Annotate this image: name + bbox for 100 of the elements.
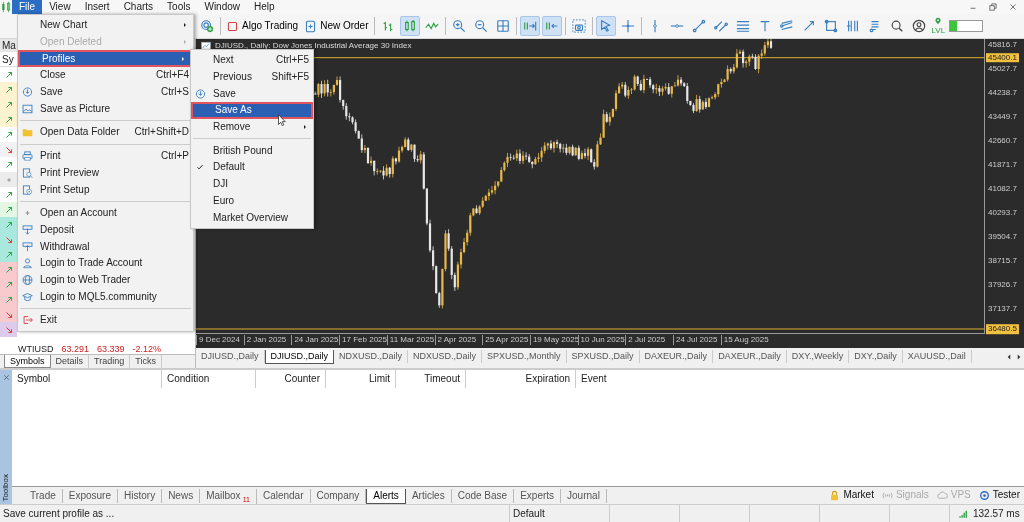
chart-tab[interactable]: DJIUSD.,Daily (196, 350, 265, 363)
column-header[interactable]: Condition (162, 370, 256, 388)
shortcut-text: Ctrl+Shift+D (133, 126, 189, 139)
menu-bar-item[interactable]: Help (247, 0, 282, 14)
price-label: 38715.7 (988, 256, 1017, 266)
menu-item[interactable]: Print Setup (18, 181, 193, 198)
chart-tab[interactable]: DJIUSD.,Daily (264, 350, 335, 364)
chart-tab[interactable]: DXY.,Daily (849, 350, 903, 363)
menu-item[interactable]: Login to Trade Account (18, 254, 193, 272)
menu-item[interactable]: Save (191, 85, 313, 103)
menu-item[interactable]: Open an Account (18, 204, 193, 222)
menu-bar-item[interactable]: Tools (160, 0, 198, 14)
menu-item[interactable]: Market Overview (191, 209, 313, 226)
column-header[interactable]: Timeout (396, 370, 466, 388)
date-label: 9 Dec 2024 (196, 335, 240, 345)
date-label: 25 Apr 2025 (482, 335, 529, 345)
menu-bar-item[interactable]: Window (197, 0, 248, 14)
ping-time: 132.57 ms (973, 507, 1020, 520)
shortcut-text: Ctrl+F4 (154, 69, 189, 82)
menu-bar-item[interactable]: File (12, 0, 43, 14)
date-label: 17 Feb 2025 (339, 335, 388, 345)
menu-item[interactable]: Remove (191, 118, 313, 136)
menu-item[interactable]: Exit (18, 312, 193, 329)
column-header[interactable]: Symbol (12, 370, 162, 388)
chart-tab[interactable]: SPXUSD.,Daily (566, 350, 640, 363)
menu-item[interactable]: Default (191, 159, 313, 176)
price-marker: 36480.5 (986, 324, 1019, 334)
ask-price: 63.339 (97, 344, 125, 354)
chart-tab[interactable]: DAXEUR.,Daily (713, 350, 787, 363)
menu-item[interactable]: Save Ctrl+S (18, 83, 193, 101)
daily-change: -2.12% (132, 344, 162, 354)
price-label: 37926.7 (988, 280, 1017, 290)
chart-tab[interactable]: DXY.,Weekly (786, 350, 850, 363)
shortcut-text: Ctrl+P (159, 150, 189, 163)
bid-price: 63.291 (61, 344, 90, 354)
menu-item[interactable]: Withdrawal (18, 238, 193, 255)
menu-item[interactable]: Euro (191, 192, 313, 210)
panel-tab[interactable]: Code Base (451, 489, 515, 503)
date-label: 10 Jun 2025 (577, 335, 625, 345)
menu-bar-item[interactable]: Insert (77, 0, 117, 14)
chart-tab[interactable]: SPXUSD.,Monthly (482, 350, 567, 363)
menu-item[interactable]: Open Data Folder Ctrl+Shift+D (18, 124, 193, 141)
price-label: 43449.7 (988, 112, 1017, 122)
service-button[interactable]: Market (825, 489, 878, 501)
price-label: 45027.7 (988, 64, 1017, 74)
menu-item[interactable]: Profiles (18, 50, 193, 68)
chart-tab[interactable]: NDXUSD.,Daily (408, 350, 483, 363)
menu-bar-item[interactable]: View (42, 0, 78, 14)
profile-name: Default (510, 504, 610, 522)
price-marker: 45400.1 (986, 52, 1019, 63)
column-header[interactable]: Event (576, 370, 1024, 388)
column-header[interactable]: Limit (326, 370, 396, 388)
toolbar-button[interactable]: Algo Trading (223, 16, 302, 36)
date-label: 2 Apr 2025 (434, 335, 477, 345)
menu-item[interactable]: DJI (191, 175, 313, 193)
status-message: Save current profile as ... (0, 504, 510, 522)
menu-item[interactable]: Save As (191, 102, 313, 119)
chart-tab[interactable]: NDXUSD.,Daily (334, 350, 409, 363)
chart-tab[interactable]: DAXEUR.,Daily (639, 350, 714, 363)
menu-item[interactable]: Login to MQL5.community (18, 288, 193, 305)
shortcut-text: Ctrl+S (159, 86, 189, 99)
price-label: 44238.7 (988, 88, 1017, 98)
price-label: 40293.7 (988, 208, 1017, 218)
menu-item[interactable]: Print Ctrl+P (18, 147, 193, 165)
price-label: 37137.7 (988, 304, 1017, 314)
menu-bar-item[interactable]: Charts (116, 0, 161, 14)
price-label: 45816.7 (988, 40, 1017, 50)
price-label: 41871.7 (988, 160, 1017, 170)
panel-tab[interactable]: Journal (561, 489, 607, 503)
price-label: 39504.7 (988, 232, 1017, 242)
menu-item[interactable]: Save as Picture (18, 100, 193, 118)
panel-tab[interactable]: History (118, 489, 163, 503)
shortcut-text: Ctrl+F5 (274, 54, 309, 67)
menu-item[interactable]: Deposit (18, 221, 193, 239)
panel-tab[interactable]: Symbols (4, 355, 51, 368)
menu-item[interactable]: Print Preview (18, 164, 193, 182)
menu-item[interactable]: Previous Shift+F5 (191, 68, 313, 86)
panel-tab[interactable]: Alerts (366, 489, 406, 504)
toolbar-button[interactable]: New Order (301, 16, 372, 36)
menu-item[interactable]: Close Ctrl+F4 (18, 67, 193, 84)
column-header[interactable]: Expiration (466, 370, 576, 388)
panel-tab[interactable]: Trade (24, 489, 63, 503)
panel-tab[interactable]: Articles (405, 489, 452, 503)
menu-item[interactable]: Login to Web Trader (18, 271, 193, 289)
date-label: 24 Jan 2025 (291, 335, 339, 345)
date-label: 15 Aug 2025 (720, 335, 769, 345)
menu-item[interactable]: New Chart (18, 17, 193, 34)
panel-tab[interactable]: News (162, 489, 201, 503)
date-label: 11 Mar 2025 (386, 335, 435, 345)
price-label: 42660.7 (988, 136, 1017, 146)
menu-item[interactable]: British Pound (191, 142, 313, 160)
panel-tab[interactable]: Experts (514, 489, 562, 503)
chart-tab[interactable]: XAUUSD.,Dail (902, 350, 972, 363)
panel-tab[interactable]: Exposure (62, 489, 118, 503)
symbol-name: WTIUSD (18, 344, 54, 354)
date-label: 2 Jul 2025 (625, 335, 666, 345)
shortcut-text: Shift+F5 (270, 71, 309, 84)
column-header[interactable]: Counter (256, 370, 326, 388)
service-button[interactable]: Tester (974, 489, 1024, 501)
panel-tab[interactable]: Calendar (256, 489, 311, 503)
